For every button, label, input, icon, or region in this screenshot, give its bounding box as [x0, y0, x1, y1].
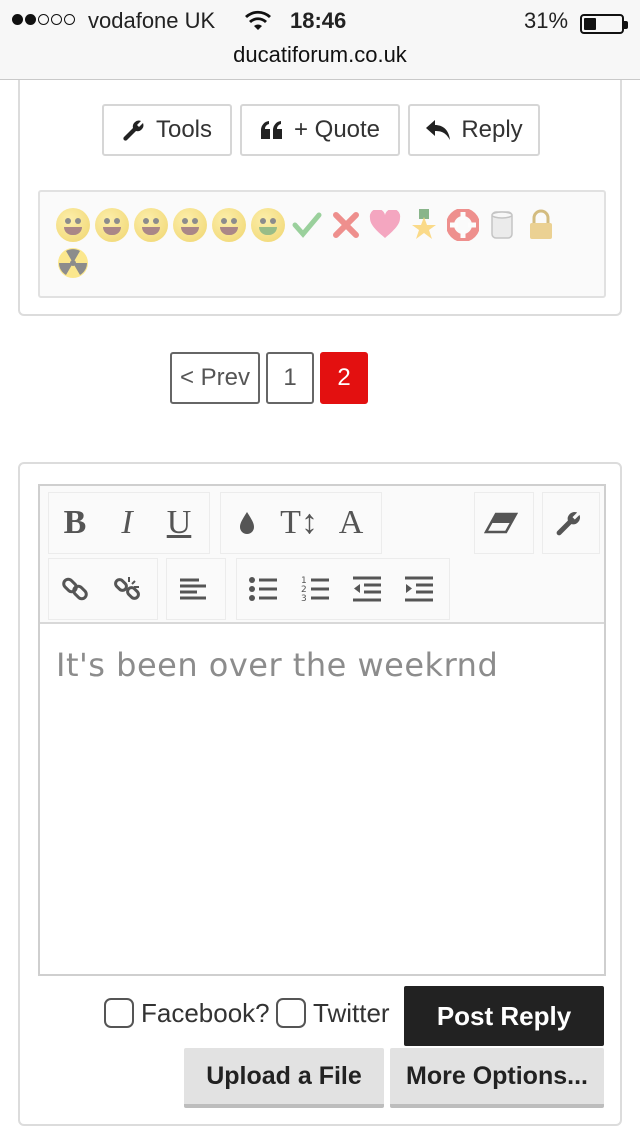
wrench-icon — [122, 118, 146, 142]
align-left-icon[interactable] — [167, 559, 219, 619]
align-group — [166, 558, 226, 620]
link-group — [48, 558, 158, 620]
indent-icon[interactable] — [393, 559, 445, 619]
carrier-name: vodafone UK — [88, 8, 216, 33]
reply-button[interactable]: Reply — [408, 104, 540, 156]
font-family-button[interactable]: A — [325, 493, 377, 553]
tongue-smiley-icon[interactable] — [134, 208, 168, 242]
clock: 18:46 — [290, 8, 347, 33]
tools-label: Tools — [155, 116, 213, 143]
check-mark-icon[interactable] — [290, 208, 324, 242]
status-bar: vodafone UK 18:46 31% ducatiforum.co.uk — [0, 0, 640, 80]
reaction-bar — [38, 190, 606, 298]
quote-icon — [260, 120, 284, 140]
wifi-icon — [244, 10, 272, 38]
laugh-smiley-icon[interactable] — [212, 208, 246, 242]
battery-icon — [580, 14, 628, 34]
reply-editor: B I U T↕ A 1 2 3 It's been over the week… — [38, 484, 606, 976]
address-bar-url[interactable]: ducatiforum.co.uk — [0, 42, 640, 68]
reply-label: Reply — [461, 116, 523, 143]
italic-button[interactable]: I — [101, 493, 153, 553]
eraser-icon[interactable] — [475, 493, 527, 553]
more-options-button[interactable]: More Options... — [390, 1048, 604, 1108]
heart-icon[interactable] — [368, 208, 402, 242]
quote-button[interactable]: + Quote — [240, 104, 400, 156]
prev-page-button[interactable]: < Prev — [170, 352, 260, 404]
font-size-button[interactable]: T↕ — [273, 493, 325, 553]
post-footer-panel: Tools + Quote Reply — [18, 80, 622, 316]
signal-strength-icon — [12, 14, 75, 25]
editor-tools-group — [542, 492, 600, 554]
font-group: T↕ A — [220, 492, 382, 554]
wink-smiley-icon[interactable] — [95, 208, 129, 242]
editor-content[interactable]: It's been over the weekrnd — [56, 646, 498, 684]
padlock-icon[interactable] — [524, 208, 558, 242]
lifebuoy-icon[interactable] — [446, 208, 480, 242]
remove-format-group — [474, 492, 534, 554]
unlink-icon[interactable] — [101, 559, 153, 619]
bullet-list-icon[interactable] — [237, 559, 289, 619]
reply-arrow-icon — [425, 119, 451, 141]
page-2-button[interactable]: 2 — [320, 352, 368, 404]
toilet-roll-icon[interactable] — [485, 208, 519, 242]
sick-smiley-icon[interactable] — [251, 208, 285, 242]
page-1-button[interactable]: 1 — [266, 352, 314, 404]
radioactive-icon[interactable] — [56, 246, 90, 280]
text-color-icon[interactable] — [221, 493, 273, 553]
star-medal-icon[interactable] — [407, 208, 441, 242]
tools-button[interactable]: Tools — [102, 104, 232, 156]
outdent-icon[interactable] — [341, 559, 393, 619]
facepalm-smiley-icon[interactable] — [173, 208, 207, 242]
bold-button[interactable]: B — [49, 493, 101, 553]
link-icon[interactable] — [49, 559, 101, 619]
underline-button[interactable]: U — [153, 493, 205, 553]
twitter-checkbox[interactable] — [276, 998, 306, 1028]
battery-percent: 31% — [524, 8, 569, 33]
cross-mark-icon[interactable] — [329, 208, 363, 242]
editor-toolbar: B I U T↕ A 1 2 3 — [40, 486, 604, 624]
twitter-label: Twitter — [313, 998, 390, 1028]
numbered-list-icon[interactable]: 123 — [289, 559, 341, 619]
svg-text:3: 3 — [301, 594, 307, 603]
post-reply-button[interactable]: Post Reply — [404, 986, 604, 1046]
facebook-checkbox[interactable] — [104, 998, 134, 1028]
like-smiley-icon[interactable] — [56, 208, 90, 242]
quote-label: + Quote — [293, 116, 381, 143]
facebook-label: Facebook? — [141, 998, 270, 1028]
text-style-group: B I U — [48, 492, 210, 554]
list-group: 123 — [236, 558, 450, 620]
editor-wrench-icon[interactable] — [543, 493, 595, 553]
upload-file-button[interactable]: Upload a File — [184, 1048, 384, 1108]
